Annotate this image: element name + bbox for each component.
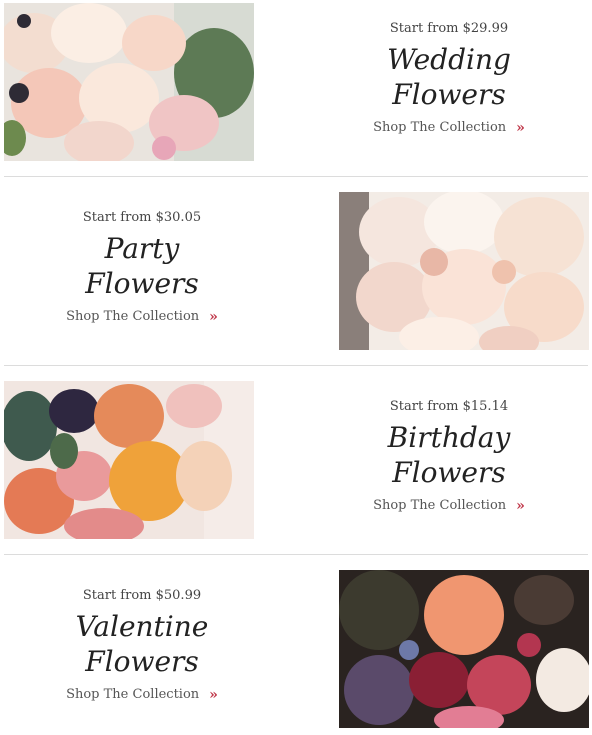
collection-title-line2: Flowers: [85, 267, 199, 300]
collection-title-line1: Wedding: [387, 43, 511, 76]
shop-collection-label: Shop The Collection: [66, 309, 200, 324]
shop-collection-link[interactable]: Shop The Collection »: [373, 498, 525, 513]
valentine-flowers-photo[interactable]: [339, 570, 589, 728]
collection-title-line1: Party: [104, 232, 180, 265]
divider: [4, 365, 588, 366]
shop-collection-label: Shop The Collection: [373, 120, 507, 135]
party-flowers-photo[interactable]: [339, 192, 589, 350]
collection-card-valentine: Start from $50.99 Valentine Flowers Shop…: [4, 570, 589, 728]
collection-info: Start from $15.14 Birthday Flowers Shop …: [324, 381, 574, 539]
collection-title[interactable]: Party Flowers: [85, 231, 199, 301]
chevron-double-right-icon: »: [209, 686, 218, 703]
collection-info: Start from $50.99 Valentine Flowers Shop…: [17, 570, 267, 728]
shop-collection-label: Shop The Collection: [66, 687, 200, 702]
price-label: Start from $29.99: [389, 21, 509, 36]
collection-title[interactable]: Birthday Flowers: [388, 420, 511, 490]
shop-collection-link[interactable]: Shop The Collection »: [66, 687, 218, 702]
collection-info: Start from $29.99 Wedding Flowers Shop T…: [324, 3, 574, 161]
collection-card-birthday: Start from $15.14 Birthday Flowers Shop …: [4, 381, 588, 539]
price-label: Start from $15.14: [389, 399, 509, 414]
chevron-double-right-icon: »: [516, 119, 525, 136]
price-label: Start from $30.05: [82, 210, 202, 225]
divider: [4, 554, 588, 555]
divider: [4, 176, 588, 177]
collection-title-line1: Valentine: [75, 610, 209, 643]
collection-title-line1: Birthday: [387, 421, 511, 454]
collection-title-line2: Flowers: [392, 78, 506, 111]
birthday-flowers-photo[interactable]: [4, 381, 254, 539]
collection-info: Start from $30.05 Party Flowers Shop The…: [17, 192, 267, 350]
collection-card-party: Start from $30.05 Party Flowers Shop The…: [4, 192, 589, 350]
chevron-double-right-icon: »: [209, 308, 218, 325]
collection-title[interactable]: Valentine Flowers: [76, 609, 209, 679]
chevron-double-right-icon: »: [516, 497, 525, 514]
collection-card-wedding: Start from $29.99 Wedding Flowers Shop T…: [4, 3, 588, 161]
wedding-flowers-photo[interactable]: [4, 3, 254, 161]
collections-list: Start from $29.99 Wedding Flowers Shop T…: [0, 0, 592, 735]
shop-collection-link[interactable]: Shop The Collection »: [66, 309, 218, 324]
collection-title-line2: Flowers: [392, 456, 506, 489]
shop-collection-link[interactable]: Shop The Collection »: [373, 120, 525, 135]
collection-title[interactable]: Wedding Flowers: [387, 42, 511, 112]
collection-title-line2: Flowers: [85, 645, 199, 678]
price-label: Start from $50.99: [82, 588, 202, 603]
shop-collection-label: Shop The Collection: [373, 498, 507, 513]
